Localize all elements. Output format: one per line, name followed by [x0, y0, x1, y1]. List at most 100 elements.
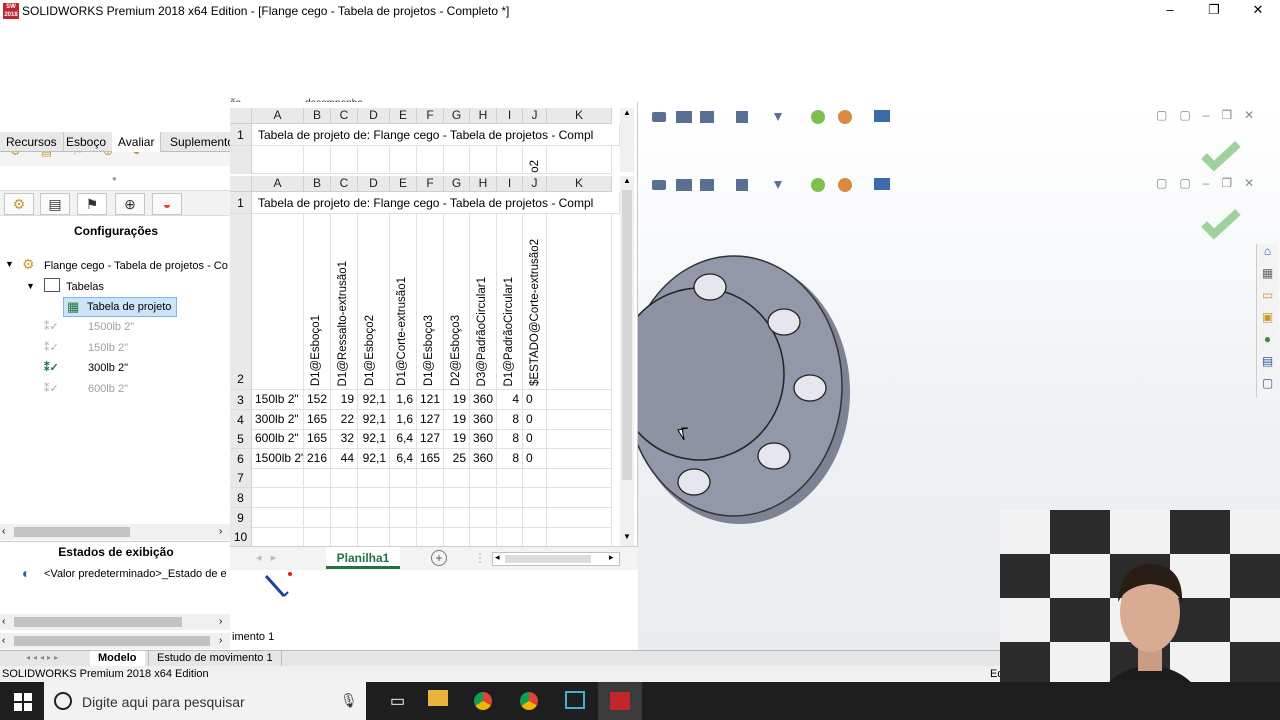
scroll-right-icon[interactable]: ›	[219, 635, 222, 646]
value-cell[interactable]	[304, 468, 331, 489]
value-cell[interactable]	[547, 488, 612, 508]
value-cell[interactable]	[547, 429, 612, 450]
param-cell-k[interactable]	[547, 214, 612, 390]
value-cell[interactable]	[358, 488, 390, 508]
column-header-e[interactable]: E	[390, 108, 417, 124]
chrome-icon[interactable]	[474, 692, 492, 710]
column-header-c[interactable]: C	[331, 176, 358, 192]
column-header-h[interactable]: H	[470, 108, 497, 124]
value-cell[interactable]: 165	[304, 409, 331, 430]
value-cell[interactable]	[523, 468, 547, 489]
value-cell[interactable]	[417, 468, 444, 489]
sheet-nav-arrows[interactable]: ◂ ▸	[256, 551, 276, 564]
value-cell[interactable]: 92,1	[358, 448, 390, 469]
scroll-thumb[interactable]	[622, 190, 632, 480]
value-cell[interactable]: 0	[523, 448, 547, 469]
config-name-cell[interactable]	[252, 488, 304, 508]
param-cell[interactable]: D1@Corte-extrusão1	[390, 214, 417, 390]
value-cell[interactable]	[497, 527, 523, 548]
add-sheet-icon[interactable]: +	[431, 550, 447, 566]
tab-estudo-movimento[interactable]: Estudo de movimento 1	[148, 651, 282, 667]
config-item-600lb[interactable]: 600lb 2"	[88, 383, 128, 395]
flange-part-model[interactable]	[638, 252, 868, 552]
scroll-right-icon[interactable]: ▸	[609, 552, 614, 563]
column-header-a[interactable]: A	[252, 108, 304, 124]
value-cell[interactable]: 0	[523, 409, 547, 430]
select-all-corner-2[interactable]	[230, 176, 252, 192]
parts-library-icon[interactable]: ▦	[1257, 266, 1278, 288]
scroll-up-icon[interactable]: ▲	[620, 108, 634, 117]
row-header-6[interactable]: 6	[230, 448, 252, 469]
tree-horizontal-scrollbar[interactable]: ‹ ›	[0, 633, 230, 649]
scroll-left-icon[interactable]: ‹	[2, 635, 5, 646]
task-pane-tabs[interactable]: ⌂ ▦ ▭ ▣ ● ▤ ▢	[1256, 244, 1278, 398]
scroll-left-icon[interactable]: ◂	[495, 552, 500, 563]
value-cell[interactable]: 152	[304, 390, 331, 410]
value-cell[interactable]: 8	[497, 448, 523, 469]
file-explorer-icon[interactable]: ▭	[1257, 288, 1278, 310]
scroll-right-icon[interactable]: ›	[219, 526, 222, 537]
value-cell[interactable]: 25	[444, 448, 470, 469]
value-cell[interactable]	[304, 488, 331, 508]
scroll-thumb[interactable]	[14, 636, 210, 646]
config-name-cell[interactable]: 150lb 2"	[252, 390, 304, 410]
view-palette-icon[interactable]: ▣	[1257, 310, 1278, 332]
tab-avaliar[interactable]: Avaliar	[112, 132, 162, 152]
confirm-check-icon[interactable]	[1200, 140, 1244, 172]
row-header-8[interactable]: 8	[230, 488, 252, 508]
scroll-left-icon[interactable]: ‹	[2, 616, 5, 627]
scroll-right-icon[interactable]: ›	[219, 616, 222, 627]
value-cell[interactable]: 1,6	[390, 409, 417, 430]
value-cell[interactable]	[547, 527, 612, 548]
motion-tab-partial[interactable]: imento 1	[232, 631, 274, 643]
config-item-150lb[interactable]: 150lb 2"	[88, 342, 128, 354]
value-cell[interactable]	[547, 468, 612, 489]
title-cell-top[interactable]: Tabela de projeto de: Flange cego - Tabe…	[252, 124, 620, 146]
param-cell[interactable]: D1@Ressalto-extrusão1	[331, 214, 358, 390]
splitter-dot[interactable]: ●	[112, 174, 117, 183]
value-cell[interactable]: 127	[417, 409, 444, 430]
column-header-f[interactable]: F	[417, 176, 444, 192]
value-cell[interactable]	[390, 468, 417, 489]
value-cell[interactable]: 92,1	[358, 409, 390, 430]
value-cell[interactable]	[497, 488, 523, 508]
microphone-icon[interactable]: 🎙	[340, 692, 358, 709]
value-cell[interactable]	[470, 468, 497, 489]
column-header-i[interactable]: I	[497, 108, 523, 124]
heads-up-view-toolbar[interactable]	[650, 108, 910, 129]
value-cell[interactable]: 19	[331, 390, 358, 410]
config-name-cell[interactable]	[252, 507, 304, 528]
design-table-item[interactable]: ▦ Tabela de projeto	[63, 297, 177, 317]
appearances-icon[interactable]: ●	[1257, 332, 1278, 354]
configuration-manager-icon[interactable]: ⚑	[77, 193, 107, 215]
config-item-1500lb[interactable]: 1500lb 2"	[88, 321, 134, 333]
taskbar-search[interactable]: Digite aqui para pesquisar 🎙	[44, 682, 366, 720]
column-header-a[interactable]: A	[252, 176, 304, 192]
collapse-root-arrow[interactable]: ▼	[5, 259, 14, 269]
minimize-button[interactable]: –	[1148, 0, 1192, 22]
value-cell[interactable]	[331, 527, 358, 548]
file-explorer-taskbar-icon[interactable]	[428, 690, 448, 706]
value-cell[interactable]	[523, 527, 547, 548]
value-cell[interactable]: 360	[470, 448, 497, 469]
value-cell[interactable]	[331, 507, 358, 528]
value-cell[interactable]	[390, 527, 417, 548]
value-cell[interactable]: 360	[470, 409, 497, 430]
forum-icon[interactable]: ▢	[1257, 376, 1278, 398]
sheet-horizontal-scrollbar[interactable]: ◂ ▸	[492, 552, 620, 566]
value-cell[interactable]	[547, 507, 612, 528]
confirm-check-icon-2[interactable]	[1200, 208, 1244, 240]
value-cell[interactable]: 0	[523, 390, 547, 410]
value-cell[interactable]: 19	[444, 390, 470, 410]
scroll-down-icon[interactable]: ▼	[620, 532, 634, 541]
value-cell[interactable]: 8	[497, 429, 523, 450]
value-cell[interactable]: 4	[497, 390, 523, 410]
value-cell[interactable]	[470, 488, 497, 508]
solidworks-taskbar-button[interactable]	[598, 682, 642, 720]
close-button[interactable]: ✕	[1236, 0, 1280, 22]
value-cell[interactable]	[470, 507, 497, 528]
value-cell[interactable]: 19	[444, 429, 470, 450]
config-root-label[interactable]: Flange cego - Tabela de projetos - Co	[44, 260, 228, 272]
column-header-d[interactable]: D	[358, 108, 390, 124]
column-header-g[interactable]: G	[444, 176, 470, 192]
